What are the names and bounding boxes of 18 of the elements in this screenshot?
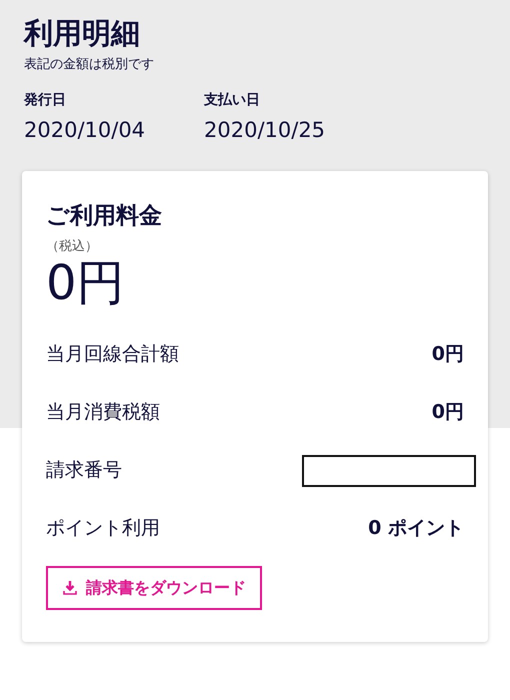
date-value: 2020/10/04 [24, 117, 146, 144]
row-value: 0円 [432, 400, 464, 426]
date-value: 2020/10/25 [204, 117, 326, 144]
date-label: 発行日 [24, 91, 67, 110]
tax-included-note: （税込） [46, 238, 99, 256]
row-value: 0円 [432, 342, 464, 368]
card-title: ご利用料金 [46, 202, 163, 231]
row-label: 当月消費税額 [46, 400, 160, 426]
row-label: 請求番号 [46, 458, 122, 484]
tax-note-text: 表記の金額は税別です [24, 56, 155, 74]
download-icon [62, 580, 78, 596]
row-label: ポイント利用 [46, 516, 160, 542]
date-label: 支払い日 [204, 91, 261, 110]
row-value: 0 ポイント [368, 516, 464, 542]
page-title: 利用明細 [24, 16, 141, 51]
total-amount: 0円 [46, 256, 126, 310]
row-label: 当月回線合計額 [46, 342, 179, 368]
download-button[interactable]: 請求書をダウンロード [46, 566, 262, 610]
